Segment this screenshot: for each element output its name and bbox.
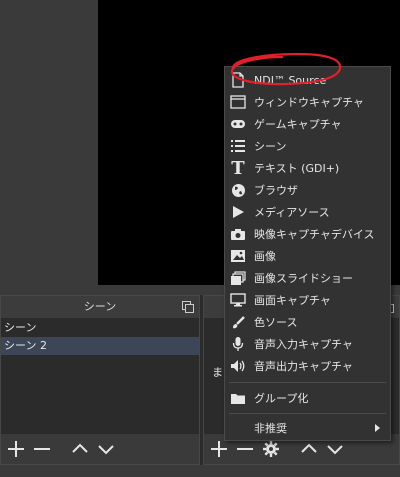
source-properties-button[interactable]: [261, 439, 281, 459]
add-scene-button[interactable]: [6, 439, 26, 459]
menu-item-video-capture-device[interactable]: 映像キャプチャデバイス: [225, 223, 390, 245]
window-icon: [230, 94, 246, 110]
menu-item-label: メディアソース: [254, 206, 330, 219]
menu-item-audio-output-capture[interactable]: 音声出力キャプチャ: [225, 355, 390, 377]
scenes-dock: シーン シーン シーン 2: [0, 295, 200, 465]
menu-item-label: 音声出力キャプチャ: [254, 360, 353, 373]
microphone-icon: [230, 336, 246, 352]
scenes-dock-title-text: シーン: [83, 300, 117, 313]
add-source-button[interactable]: [209, 439, 229, 459]
menu-item-game-capture[interactable]: ゲームキャプチャ: [225, 113, 390, 135]
menu-separator: [229, 382, 386, 383]
scene-list: シーン シーン 2: [1, 319, 199, 434]
menu-item-audio-input-capture[interactable]: 音声入力キャプチャ: [225, 333, 390, 355]
menu-item-label: ブラウザ: [254, 184, 298, 197]
remove-source-button[interactable]: [235, 439, 255, 459]
float-dock-icon[interactable]: [182, 301, 194, 313]
text-icon: T: [231, 157, 245, 179]
annotation-circle: [230, 52, 342, 86]
menu-item-deprecated[interactable]: 非推奨: [225, 417, 390, 439]
chevron-down-icon: [98, 445, 114, 455]
menu-item-browser[interactable]: ブラウザ: [225, 179, 390, 201]
globe-icon: [230, 182, 246, 198]
menu-item-label: グループ化: [254, 392, 309, 405]
chevron-down-icon: [327, 445, 343, 455]
gamepad-icon: [230, 116, 246, 132]
play-icon: [230, 204, 246, 220]
menu-separator: [229, 413, 386, 414]
menu-item-group[interactable]: グループ化: [225, 387, 390, 409]
move-scene-down-button[interactable]: [96, 439, 116, 459]
menu-item-label: シーン: [254, 140, 287, 153]
status-bar: [0, 465, 400, 477]
source-item-partial[interactable]: ま: [212, 364, 223, 380]
scene-item[interactable]: シーン 2: [1, 337, 199, 355]
menu-item-label: 色ソース: [254, 316, 298, 329]
move-scene-up-button[interactable]: [70, 439, 90, 459]
menu-item-label: 非推奨: [254, 422, 287, 435]
scenes-dock-title: シーン: [1, 296, 199, 318]
gear-icon: [263, 441, 279, 457]
menu-item-label: 画像: [254, 250, 276, 263]
speaker-icon: [230, 358, 246, 374]
camera-icon: [230, 226, 246, 242]
menu-item-scene[interactable]: シーン: [225, 135, 390, 157]
image-icon: [230, 248, 246, 264]
menu-item-color-source[interactable]: 色ソース: [225, 311, 390, 333]
move-source-down-button[interactable]: [325, 439, 345, 459]
menu-item-window-capture[interactable]: ウィンドウキャプチャ: [225, 91, 390, 113]
remove-scene-button[interactable]: [32, 439, 52, 459]
list-icon: [230, 138, 246, 154]
menu-item-label: 音声入力キャプチャ: [254, 338, 353, 351]
menu-item-label: 映像キャプチャデバイス: [254, 228, 375, 241]
menu-item-label: ウィンドウキャプチャ: [254, 96, 364, 109]
brush-icon: [230, 314, 246, 330]
menu-item-media-source[interactable]: メディアソース: [225, 201, 390, 223]
scenes-toolbar: [1, 434, 199, 464]
left-panel: [0, 0, 98, 285]
submenu-arrow-icon: [375, 424, 380, 432]
add-source-menu: NDI™ Source ウィンドウキャプチャ ゲームキャプチャ シーン T テキ…: [224, 66, 391, 441]
menu-item-label: ゲームキャプチャ: [254, 118, 342, 131]
slideshow-icon: [230, 270, 246, 286]
chevron-up-icon: [301, 443, 317, 453]
menu-item-label: 画像スライドショー: [254, 272, 353, 285]
menu-item-label: 画面キャプチャ: [254, 294, 331, 307]
scene-item[interactable]: シーン: [1, 319, 199, 337]
move-source-up-button[interactable]: [299, 439, 319, 459]
menu-item-text-gdi[interactable]: T テキスト (GDI+): [225, 157, 390, 179]
folder-icon: [230, 390, 246, 406]
monitor-icon: [230, 292, 246, 308]
menu-item-display-capture[interactable]: 画面キャプチャ: [225, 289, 390, 311]
menu-item-image-slideshow[interactable]: 画像スライドショー: [225, 267, 390, 289]
menu-item-label: テキスト (GDI+): [254, 162, 340, 175]
menu-item-image[interactable]: 画像: [225, 245, 390, 267]
chevron-up-icon: [72, 443, 88, 453]
